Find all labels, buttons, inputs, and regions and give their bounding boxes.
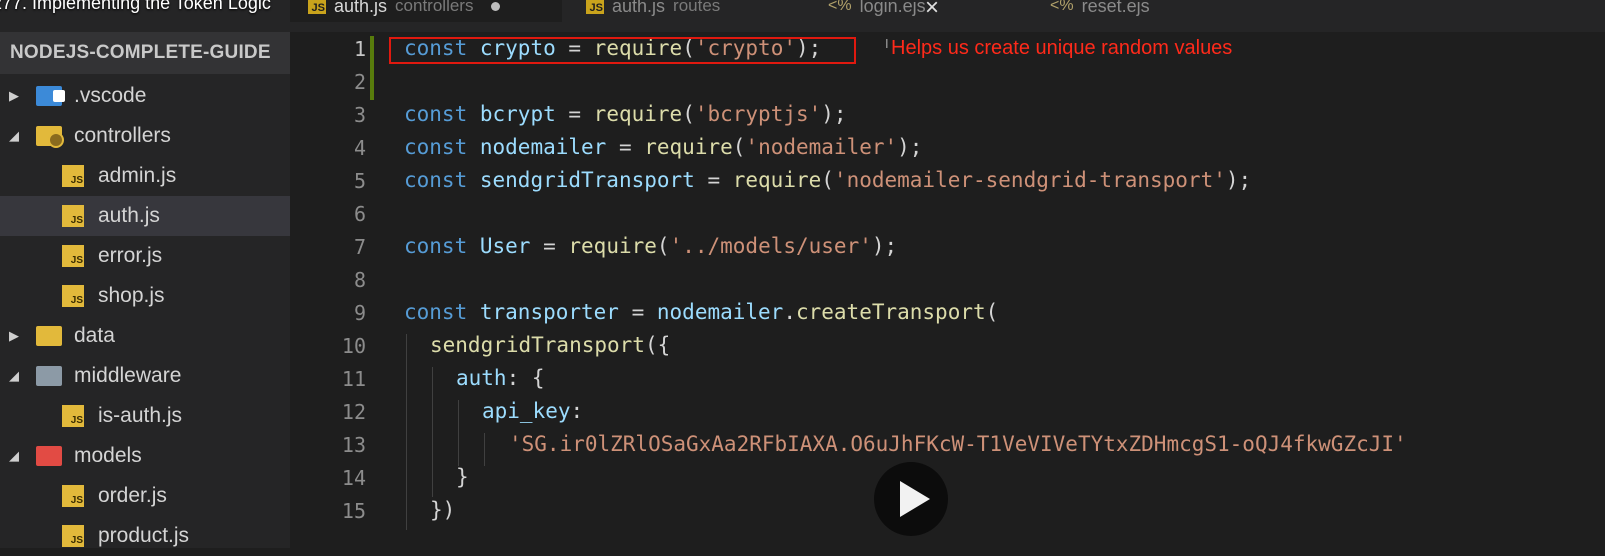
code-editor[interactable]: 1 2 3 4 5 6 7 8 9 10 11 12 13 14 15 cons… xyxy=(290,32,1605,548)
line-number: 6 xyxy=(353,202,366,226)
tree-item-label: is-auth.js xyxy=(98,404,183,427)
editor-tab-bar: JS auth.js controllers JS auth.js routes… xyxy=(0,0,1605,32)
code-line-5[interactable]: const sendgridTransport = require('nodem… xyxy=(404,168,1251,192)
tree-item-label: product.js xyxy=(98,524,190,547)
line-number: 9 xyxy=(353,301,366,325)
tree-item-label: .vscode xyxy=(74,84,147,107)
tree-folder-middleware[interactable]: ◢ middleware xyxy=(0,356,290,396)
annotation-note: Helps us create unique random values xyxy=(891,37,1233,59)
close-icon[interactable]: × xyxy=(925,0,939,22)
tab-label: reset.ejs xyxy=(1081,0,1150,16)
folder-icon xyxy=(36,446,62,466)
code-line-4[interactable]: const nodemailer = require('nodemailer')… xyxy=(404,135,922,159)
line-number: 11 xyxy=(341,367,366,391)
line-number: 2 xyxy=(353,70,366,94)
line-number: 3 xyxy=(353,103,366,127)
line-number: 13 xyxy=(341,433,366,457)
tree-item-label: models xyxy=(74,444,142,467)
tree-item-label: data xyxy=(74,324,115,347)
indent-guide xyxy=(458,400,459,466)
indent-guide xyxy=(406,334,407,530)
line-number: 4 xyxy=(353,136,366,160)
tree-item-label: error.js xyxy=(98,244,163,267)
tab-detail: controllers xyxy=(395,0,474,15)
tree-file-order[interactable]: JS order.js xyxy=(0,476,290,516)
code-line-7[interactable]: const User = require('../models/user'); xyxy=(404,234,897,258)
line-number: 10 xyxy=(341,334,366,358)
tree-file-error[interactable]: JS error.js xyxy=(0,236,290,276)
tree-file-admin[interactable]: JS admin.js xyxy=(0,156,290,196)
tree-folder-vscode[interactable]: ▶ .vscode xyxy=(0,76,290,116)
chevron-down-icon: ◢ xyxy=(9,128,19,143)
tab-label: login.ejs xyxy=(859,0,926,16)
explorer-title: NODEJS-COMPLETE-GUIDE xyxy=(0,32,290,74)
tree-item-label: auth.js xyxy=(98,204,160,227)
js-file-icon: JS xyxy=(308,0,326,14)
tab-auth-controllers[interactable]: JS auth.js controllers xyxy=(290,0,562,22)
js-file-icon: JS xyxy=(62,485,84,507)
folder-icon xyxy=(36,86,65,106)
indent-guide xyxy=(432,367,433,497)
tab-reset-ejs[interactable]: <% reset.ejs xyxy=(1032,0,1242,22)
explorer-sidebar: NODEJS-COMPLETE-GUIDE ▶ .vscode ◢ contro… xyxy=(0,32,290,548)
video-title: 277. Implementing the Token Logic xyxy=(0,0,271,13)
tree-item-label: controllers xyxy=(74,124,171,147)
js-file-icon: JS xyxy=(62,165,84,187)
tree-item-label: admin.js xyxy=(98,164,177,187)
indent-guide xyxy=(484,433,485,466)
line-number: 5 xyxy=(353,169,366,193)
play-icon xyxy=(900,481,930,517)
tree-folder-data[interactable]: ▶ data xyxy=(0,316,290,356)
tab-login-ejs[interactable]: <% login.ejs xyxy=(810,0,1032,22)
line-number: 15 xyxy=(341,499,366,523)
tree-file-is-auth[interactable]: JS is-auth.js xyxy=(0,396,290,436)
folder-icon xyxy=(36,326,62,346)
code-line-12[interactable]: api_key: xyxy=(482,399,583,423)
tree-item-label: order.js xyxy=(98,484,167,507)
js-file-icon: JS xyxy=(62,405,84,427)
code-line-10[interactable]: sendgridTransport({ xyxy=(430,333,670,357)
text-cursor-icon: I xyxy=(885,36,889,51)
folder-icon xyxy=(36,366,62,386)
tree-file-shop[interactable]: JS shop.js xyxy=(0,276,290,316)
play-button[interactable] xyxy=(874,462,948,536)
tree-item-label: middleware xyxy=(74,364,182,387)
ejs-file-icon: <% xyxy=(828,0,852,14)
tab-label: auth.js xyxy=(334,0,388,16)
tree-file-auth[interactable]: JS auth.js xyxy=(0,196,290,236)
chevron-right-icon: ▶ xyxy=(9,328,19,343)
code-line-14[interactable]: } xyxy=(456,465,469,489)
js-file-icon: JS xyxy=(62,205,84,227)
tree-file-product[interactable]: JS product.js xyxy=(0,516,290,556)
code-line-11[interactable]: auth: { xyxy=(456,366,545,390)
tab-label: auth.js xyxy=(612,0,666,16)
tree-folder-controllers[interactable]: ◢ controllers xyxy=(0,116,290,156)
tree-folder-models[interactable]: ◢ models xyxy=(0,436,290,476)
js-file-icon: JS xyxy=(62,285,84,307)
highlight-box xyxy=(389,37,856,64)
code-line-3[interactable]: const bcrypt = require('bcryptjs'); xyxy=(404,102,847,126)
unsaved-dot-icon[interactable] xyxy=(491,1,501,11)
git-change-indicator xyxy=(370,36,374,100)
line-number: 12 xyxy=(341,400,366,424)
code-line-9[interactable]: const transporter = nodemailer.createTra… xyxy=(404,300,998,324)
line-number: 7 xyxy=(353,235,366,259)
js-file-icon: JS xyxy=(62,525,84,547)
line-number: 14 xyxy=(341,466,366,490)
tab-detail: routes xyxy=(673,0,721,15)
folder-icon xyxy=(36,126,64,148)
chevron-down-icon: ◢ xyxy=(9,368,19,383)
line-number: 8 xyxy=(353,268,366,292)
code-line-15[interactable]: }) xyxy=(430,498,455,522)
js-file-icon: JS xyxy=(62,245,84,267)
js-file-icon: JS xyxy=(586,0,604,14)
chevron-right-icon: ▶ xyxy=(9,88,19,103)
code-line-13[interactable]: 'SG.ir0lZRlOSaGxAa2RFbIAXA.O6uJhFKcW-T1V… xyxy=(509,432,1407,456)
ejs-file-icon: <% xyxy=(1050,0,1074,14)
chevron-down-icon: ◢ xyxy=(9,448,19,463)
line-number: 1 xyxy=(353,37,366,61)
tab-auth-routes[interactable]: JS auth.js routes xyxy=(568,0,808,22)
tree-item-label: shop.js xyxy=(98,284,165,307)
